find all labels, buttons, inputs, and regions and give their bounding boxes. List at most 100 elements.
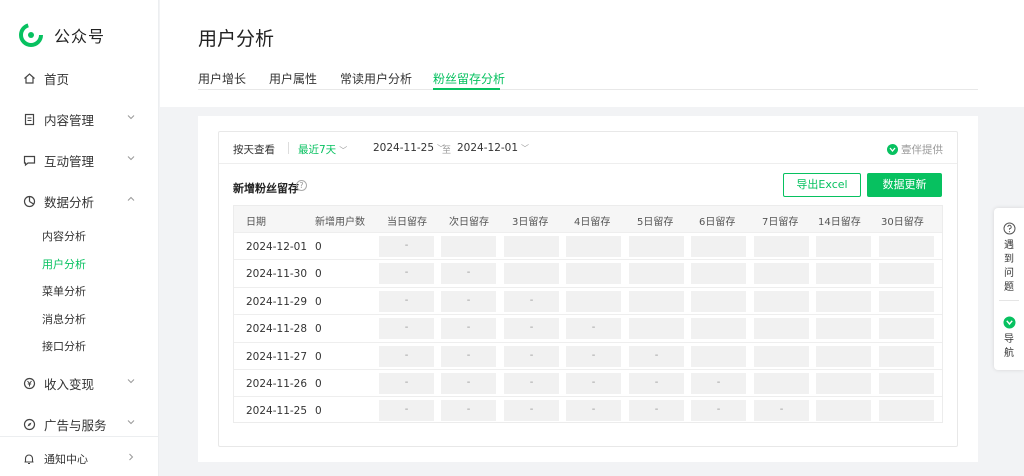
sidebar-subitem-user-analysis[interactable]: 用户分析 [42, 256, 86, 274]
retention-card: 按天查看 最近7天 ﹀ 2024-11-25 ﹀ 至 2024-12-01 ﹀ 壹伴提… [218, 131, 958, 447]
sidebar-subitem-message-analysis[interactable]: 消息分析 [42, 311, 86, 329]
provider-text: 壹伴提供 [901, 144, 943, 156]
sidebar-item-data-analysis[interactable]: 数据分析 [0, 189, 159, 213]
chat-icon [22, 153, 36, 167]
start-date-select[interactable]: 2024-11-25 ﹀ [373, 142, 445, 154]
sidebar-item-notifications[interactable]: 通知中心 [0, 447, 159, 471]
retention-cell [879, 400, 934, 422]
sidebar-item-label: 数据分析 [44, 194, 95, 210]
date-cell: 2024-11-30 [246, 268, 308, 281]
tab-user-attributes[interactable]: 用户属性 [269, 70, 317, 87]
chevron-down-icon [127, 115, 135, 120]
column-header: 次日留存 [449, 217, 489, 228]
sidebar-subitem-menu-analysis[interactable]: 菜单分析 [42, 283, 86, 301]
home-icon [22, 71, 36, 85]
app-logo[interactable]: 公众号 [0, 0, 158, 70]
retention-cell: - [504, 373, 559, 394]
sidebar-item-label: 首页 [44, 71, 70, 87]
chevron-down-icon: ﹀ [521, 144, 530, 153]
new-users-cell: 0 [315, 405, 322, 418]
report-problem-button[interactable]: 遇到问题 [994, 220, 1024, 295]
column-header: 30日留存 [881, 217, 924, 228]
retention-cell: - [379, 318, 434, 340]
help-icon[interactable]: ? [296, 180, 307, 191]
sidebar-item-interaction[interactable]: 互动管理 [0, 148, 159, 172]
date-cell: 2024-11-28 [246, 323, 308, 336]
retention-cell [691, 318, 746, 340]
retention-cell [754, 318, 809, 340]
end-date-select[interactable]: 2024-12-01 ﹀ [457, 142, 529, 154]
table-row: 2024-11-28 0- - - - [234, 314, 942, 341]
table-row: 2024-11-30 0 - - [234, 259, 942, 286]
sidebar-item-label: 互动管理 [44, 153, 95, 169]
retention-cell [566, 236, 621, 257]
sidebar-subitem-content-analysis[interactable]: 内容分析 [42, 228, 86, 246]
chevron-down-icon [127, 420, 135, 425]
sidebar-item-content[interactable]: 内容管理 [0, 107, 159, 131]
retention-cell [566, 290, 621, 312]
retention-cell [879, 345, 934, 367]
retention-cell: - [566, 318, 621, 340]
retention-cell [816, 236, 871, 257]
retention-cell: - [379, 263, 434, 285]
retention-cell: - [441, 400, 496, 422]
retention-cell: - [504, 290, 559, 312]
sidebar-item-ads-services[interactable]: 广告与服务 [0, 412, 159, 436]
refresh-data-button[interactable]: 数据更新 [867, 173, 942, 197]
bell-icon [22, 452, 36, 466]
retention-cell [566, 263, 621, 285]
divider [288, 142, 289, 154]
active-tab-indicator [433, 88, 500, 90]
retention-cell: - [441, 290, 496, 312]
tab-frequent-readers[interactable]: 常读用户分析 [340, 70, 412, 87]
floating-help-panel: 遇到问题 导航 [994, 208, 1024, 370]
date-cell: 2024-11-25 [246, 405, 308, 418]
retention-cell: - [629, 345, 684, 367]
retention-cell: - [379, 236, 434, 257]
tab-user-growth[interactable]: 用户增长 [198, 70, 246, 87]
date-cell: 2024-11-29 [246, 295, 308, 308]
retention-cell [816, 263, 871, 285]
retention-cell [879, 236, 934, 257]
provider-badge[interactable]: 壹伴提供 [887, 142, 943, 157]
table-row: 2024-11-27 0- - - - - [234, 341, 942, 369]
retention-cell: - [566, 373, 621, 394]
sidebar-item-home[interactable]: 首页 [0, 66, 159, 90]
date-cell: 2024-11-26 [246, 378, 308, 390]
retention-cell [816, 400, 871, 422]
retention-cell [629, 236, 684, 257]
date-cell: 2024-12-01 [246, 241, 308, 253]
question-icon [1003, 222, 1015, 235]
new-users-cell: 0 [315, 378, 322, 390]
tab-bar: 用户增长 用户属性 常读用户分析 粉丝留存分析 [198, 66, 978, 90]
sidebar-subitem-api-analysis[interactable]: 接口分析 [42, 338, 86, 356]
column-header: 14日留存 [818, 217, 861, 228]
chevron-up-icon [127, 196, 135, 201]
divider [999, 300, 1019, 301]
retention-cell: - [441, 318, 496, 340]
sidebar-item-label: 广告与服务 [44, 417, 107, 433]
navigation-button[interactable]: 导航 [994, 314, 1024, 361]
yiban-logo-icon [1003, 316, 1015, 329]
retention-cell: - [566, 400, 621, 422]
yen-icon [22, 376, 36, 390]
retention-cell: - [441, 263, 496, 285]
new-users-cell: 0 [315, 350, 322, 363]
wechat-official-logo-icon [19, 23, 43, 47]
date-cell: 2024-11-27 [246, 350, 308, 363]
new-users-cell: 0 [315, 295, 322, 308]
retention-cell: - [629, 373, 684, 394]
new-users-cell: 0 [315, 323, 322, 336]
table-header: 日期 新增用户数 当日留存 次日留存 3日留存 4日留存 5日留存 6日留存 7日留存 14日留存… [234, 206, 942, 232]
retention-cell: - [379, 345, 434, 367]
range-select[interactable]: 最近7天 ﹀ [298, 142, 347, 157]
navigation-label: 导航 [1004, 334, 1014, 359]
export-excel-button[interactable]: 导出Excel [783, 173, 861, 197]
sidebar-item-monetization[interactable]: 收入变现 [0, 371, 159, 395]
retention-cell: - [379, 400, 434, 422]
pie-chart-icon [22, 194, 36, 208]
retention-cell [816, 373, 871, 394]
retention-cell [441, 236, 496, 257]
tab-fan-retention[interactable]: 粉丝留存分析 [433, 70, 505, 87]
new-users-cell: 0 [315, 268, 322, 281]
